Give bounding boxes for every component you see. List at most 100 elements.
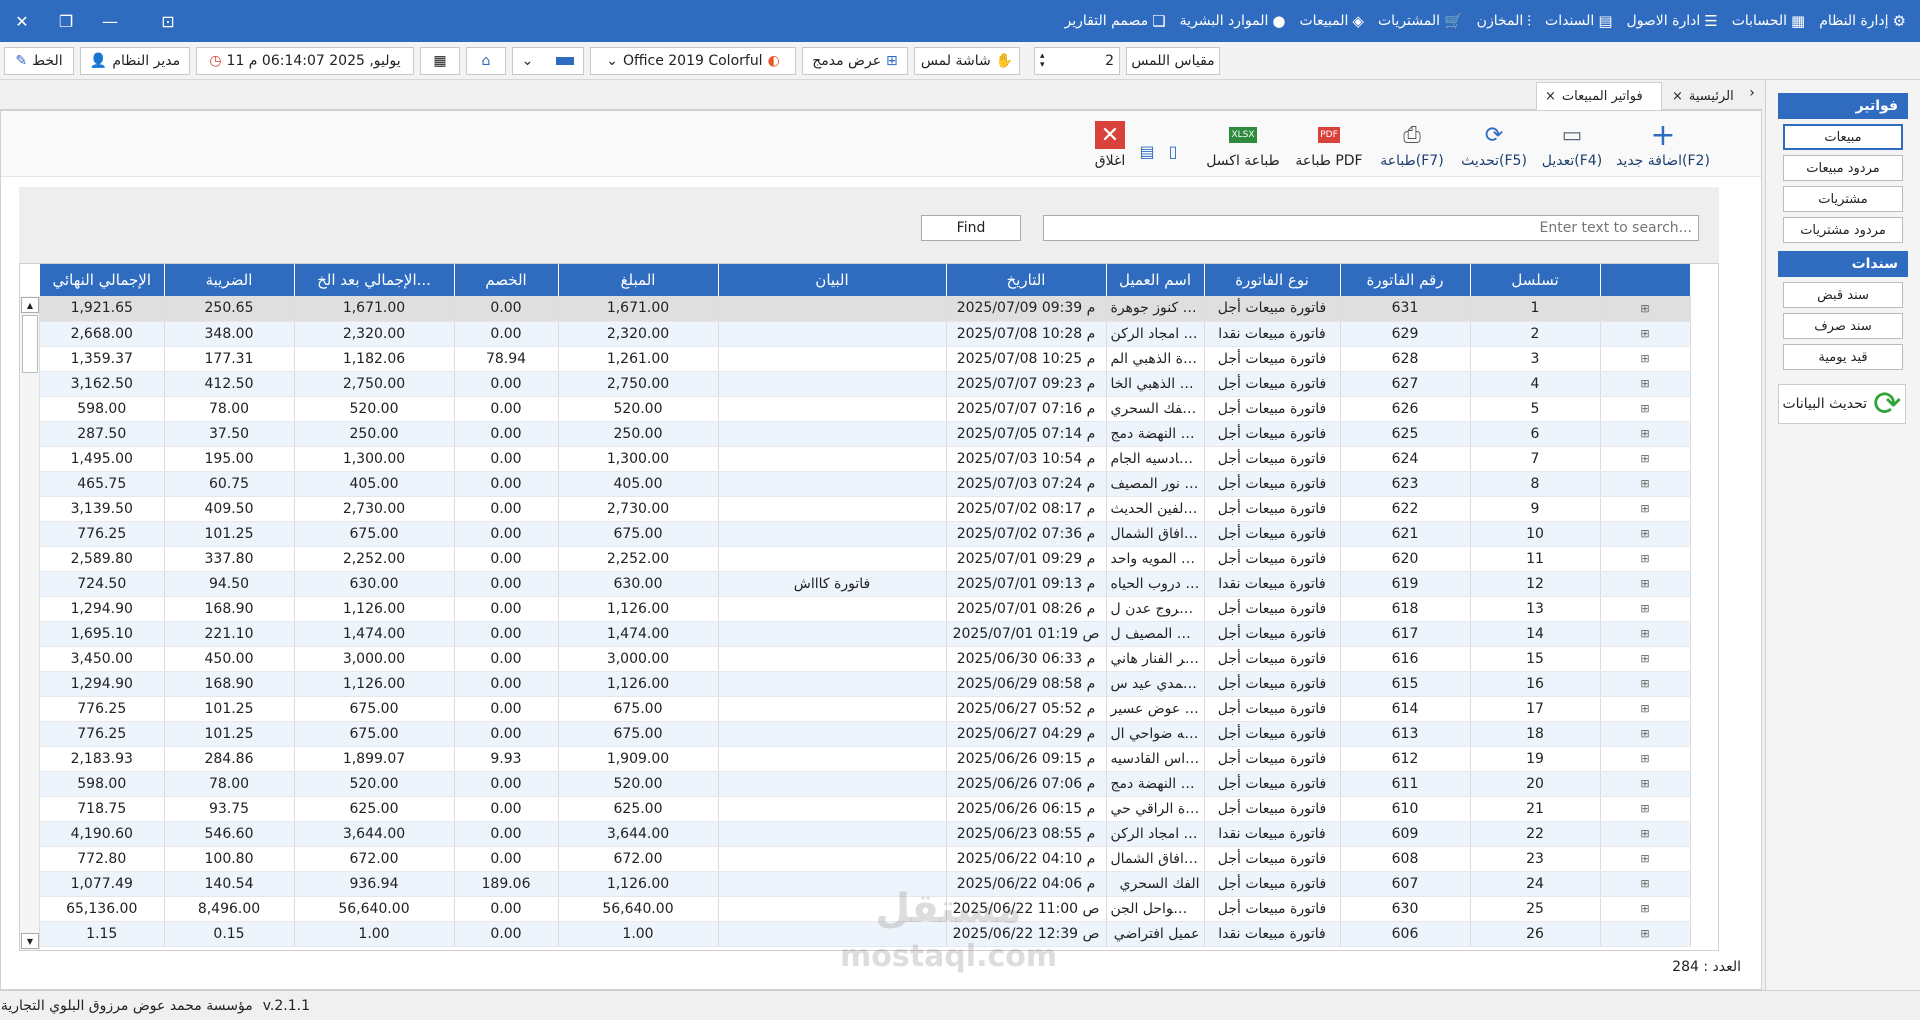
header-col-serial[interactable]: تسلسل	[1470, 264, 1601, 296]
table-row[interactable]: 776.25 101.25 675.00 0.00 675.00 2025/06/27 0…	[40, 696, 1691, 722]
table-row[interactable]: 2,668.00 348.00 2,320.00 0.00 2,320.00 2025/0…	[40, 321, 1691, 347]
table-row[interactable]: 776.25 101.25 675.00 0.00 675.00 2025/07/02 0…	[40, 521, 1691, 547]
print-pdf-button[interactable]: PDF طباعة PDF	[1291, 115, 1367, 173]
minimize-window-button[interactable]: —	[88, 0, 132, 42]
print-excel-button[interactable]: XLSX طباعة اكسل	[1199, 115, 1287, 173]
scroll-down-icon[interactable]: ▼	[21, 933, 39, 949]
close-tab-icon[interactable]: ×	[1545, 89, 1556, 104]
find-button[interactable]: Find	[921, 215, 1021, 241]
menu-warehouses[interactable]: ⫶ المخازن	[1473, 12, 1535, 30]
expand-row-icon[interactable]: ⊞	[1600, 821, 1691, 847]
header-col-tax[interactable]: الضريبة	[164, 264, 295, 296]
theme-select[interactable]: ⌄ Office 2019 Colorful ◐	[590, 47, 796, 75]
expand-row-icon[interactable]: ⊞	[1600, 346, 1691, 372]
expand-row-icon[interactable]: ⊞	[1600, 321, 1691, 347]
table-row[interactable]: 287.50 37.50 250.00 0.00 250.00 2025/07/05 07…	[40, 421, 1691, 447]
refresh-data-button[interactable]: ⟳ تحديث البيانات	[1778, 384, 1906, 424]
table-row[interactable]: 598.00 78.00 520.00 0.00 520.00 2025/06/26 07…	[40, 771, 1691, 797]
collapse-panel-button[interactable]: ›	[1742, 80, 1762, 106]
tab-sales-invoices[interactable]: × فواتير المبيعات	[1536, 82, 1662, 110]
expand-row-icon[interactable]: ⊞	[1600, 471, 1691, 497]
table-row[interactable]: 3,139.50 409.50 2,730.00 0.00 2,730.00 2025/0…	[40, 496, 1691, 522]
expand-row-icon[interactable]: ⊞	[1600, 371, 1691, 397]
add-new-button[interactable]: + اضافة جديد(F2)	[1611, 115, 1715, 173]
menu-hr[interactable]: ● الموارد البشرية	[1176, 12, 1290, 30]
side-item-payment-voucher[interactable]: سند صرف	[1783, 313, 1903, 339]
table-row[interactable]: 1,294.90 168.90 1,126.00 0.00 1,126.00 2025/0…	[40, 671, 1691, 697]
header-col-total-after-discount[interactable]: الإجمالي بعد الخ...	[294, 264, 455, 296]
menu-vouchers[interactable]: ▤ السندات	[1541, 12, 1616, 30]
table-row[interactable]: 4,190.60 546.60 3,644.00 0.00 3,644.00 2025/0…	[40, 821, 1691, 847]
side-item-sales-returns[interactable]: مردود مبيعات	[1783, 155, 1903, 181]
expand-row-icon[interactable]: ⊞	[1600, 621, 1691, 647]
side-item-receipt-voucher[interactable]: سند قبض	[1783, 282, 1903, 308]
calculator-button[interactable]: ▦	[420, 47, 460, 75]
close-window-button[interactable]: ✕	[0, 0, 44, 42]
expand-row-icon[interactable]: ⊞	[1600, 421, 1691, 447]
header-col-amount[interactable]: المبلغ	[558, 264, 719, 296]
expand-row-icon[interactable]: ⊞	[1600, 396, 1691, 422]
expand-row-icon[interactable]: ⊞	[1600, 921, 1691, 947]
expand-row-icon[interactable]: ⊞	[1600, 796, 1691, 822]
refresh-button[interactable]: ⟳ تحديث(F5)	[1455, 115, 1533, 173]
menu-assets[interactable]: ☰ ادارة الاصول	[1623, 12, 1722, 30]
table-row[interactable]: 724.50 94.50 630.00 0.00 630.00 فاتورة كاااش 2…	[40, 571, 1691, 597]
side-item-sales[interactable]: مبيعات	[1783, 124, 1903, 150]
expand-row-icon[interactable]: ⊞	[1600, 596, 1691, 622]
table-row[interactable]: 1,921.65 250.65 1,671.00 0.00 1,671.00 2025/0…	[40, 296, 1691, 322]
side-item-purchases[interactable]: مشتريات	[1783, 186, 1903, 212]
scroll-thumb[interactable]	[22, 315, 38, 373]
color-select[interactable]: ⌄	[512, 47, 584, 75]
menu-accounts[interactable]: ▦ الحسابات	[1728, 12, 1809, 30]
header-col-final-total[interactable]: الإجمالي النهائي	[40, 264, 165, 296]
expand-row-icon[interactable]: ⊞	[1600, 746, 1691, 772]
dock-window-button[interactable]: ⊡	[146, 0, 190, 42]
tab-home[interactable]: × الرئيسية	[1664, 82, 1742, 110]
restore-window-button[interactable]: ❐	[44, 0, 88, 42]
side-item-purchase-returns[interactable]: مردود مشتريات	[1783, 217, 1903, 243]
edit-button[interactable]: ▭ تعديل(F4)	[1537, 115, 1607, 173]
user-button[interactable]: 👤 مدير النظام	[80, 47, 190, 75]
print-button[interactable]: ⎙ طباعة(F7)	[1373, 115, 1451, 173]
export-grid-button[interactable]: ▤	[1135, 115, 1159, 173]
table-row[interactable]: 1,495.00 195.00 1,300.00 0.00 1,300.00 2025/0…	[40, 446, 1691, 472]
header-col-invoice-number[interactable]: رقم الفاتورة	[1340, 264, 1471, 296]
header-col-invoice-type[interactable]: نوع الفاتورة	[1204, 264, 1341, 296]
menu-purchases[interactable]: 🛒 المشتريات	[1374, 12, 1467, 30]
expand-row-icon[interactable]: ⊞	[1600, 721, 1691, 747]
home-button[interactable]: ⌂	[466, 47, 506, 75]
scroll-up-icon[interactable]: ▲	[21, 297, 39, 313]
table-row[interactable]: 1,294.90 168.90 1,126.00 0.00 1,126.00 2025/0…	[40, 596, 1691, 622]
expand-row-icon[interactable]: ⊞	[1600, 546, 1691, 572]
table-row[interactable]: 3,450.00 450.00 3,000.00 0.00 3,000.00 2025/0…	[40, 646, 1691, 672]
side-item-journal-entry[interactable]: قيد يومية	[1783, 344, 1903, 370]
table-row[interactable]: 465.75 60.75 405.00 0.00 405.00 2025/07/03 07…	[40, 471, 1691, 497]
table-row[interactable]: 718.75 93.75 625.00 0.00 625.00 2025/06/26 06…	[40, 796, 1691, 822]
table-row[interactable]: 772.80 100.80 672.00 0.00 672.00 2025/06/22 0…	[40, 846, 1691, 872]
close-tab-icon[interactable]: ×	[1672, 89, 1683, 104]
expand-row-icon[interactable]: ⊞	[1600, 671, 1691, 697]
touch-screen-button[interactable]: شاشة لمس ✋	[914, 47, 1020, 75]
expand-row-icon[interactable]: ⊞	[1600, 871, 1691, 897]
vertical-scrollbar[interactable]: ▲ ▼	[20, 296, 40, 950]
table-row[interactable]: 2,183.93 284.86 1,899.07 9.93 1,909.00 2025/0…	[40, 746, 1691, 772]
header-col-statement[interactable]: البيان	[718, 264, 947, 296]
table-row[interactable]: 3,162.50 412.50 2,750.00 0.00 2,750.00 2025/0…	[40, 371, 1691, 397]
menu-system-admin[interactable]: ⚙ إدارة النظام	[1815, 12, 1910, 30]
font-button[interactable]: ✎ الخط	[4, 47, 74, 75]
menu-report-designer[interactable]: ❏ مصمم التقارير	[1061, 12, 1170, 30]
expand-row-icon[interactable]: ⊞	[1600, 296, 1691, 322]
expand-row-icon[interactable]: ⊞	[1600, 846, 1691, 872]
table-row[interactable]: 2,589.80 337.80 2,252.00 0.00 2,252.00 2025/0…	[40, 546, 1691, 572]
table-row[interactable]: 776.25 101.25 675.00 0.00 675.00 2025/06/27 0…	[40, 721, 1691, 747]
expand-row-icon[interactable]: ⊞	[1600, 771, 1691, 797]
menu-sales[interactable]: ◈ المبيعات	[1296, 12, 1368, 30]
export-small-button[interactable]: ▯	[1161, 115, 1185, 173]
expand-row-icon[interactable]: ⊞	[1600, 571, 1691, 597]
table-row[interactable]: 598.00 78.00 520.00 0.00 520.00 2025/07/07 07…	[40, 396, 1691, 422]
expand-row-icon[interactable]: ⊞	[1600, 496, 1691, 522]
expand-row-icon[interactable]: ⊞	[1600, 896, 1691, 922]
header-col-date[interactable]: التاريخ	[946, 264, 1107, 296]
touch-size-spinner[interactable]: ▴ ▾ 2	[1034, 47, 1120, 75]
expand-row-icon[interactable]: ⊞	[1600, 521, 1691, 547]
